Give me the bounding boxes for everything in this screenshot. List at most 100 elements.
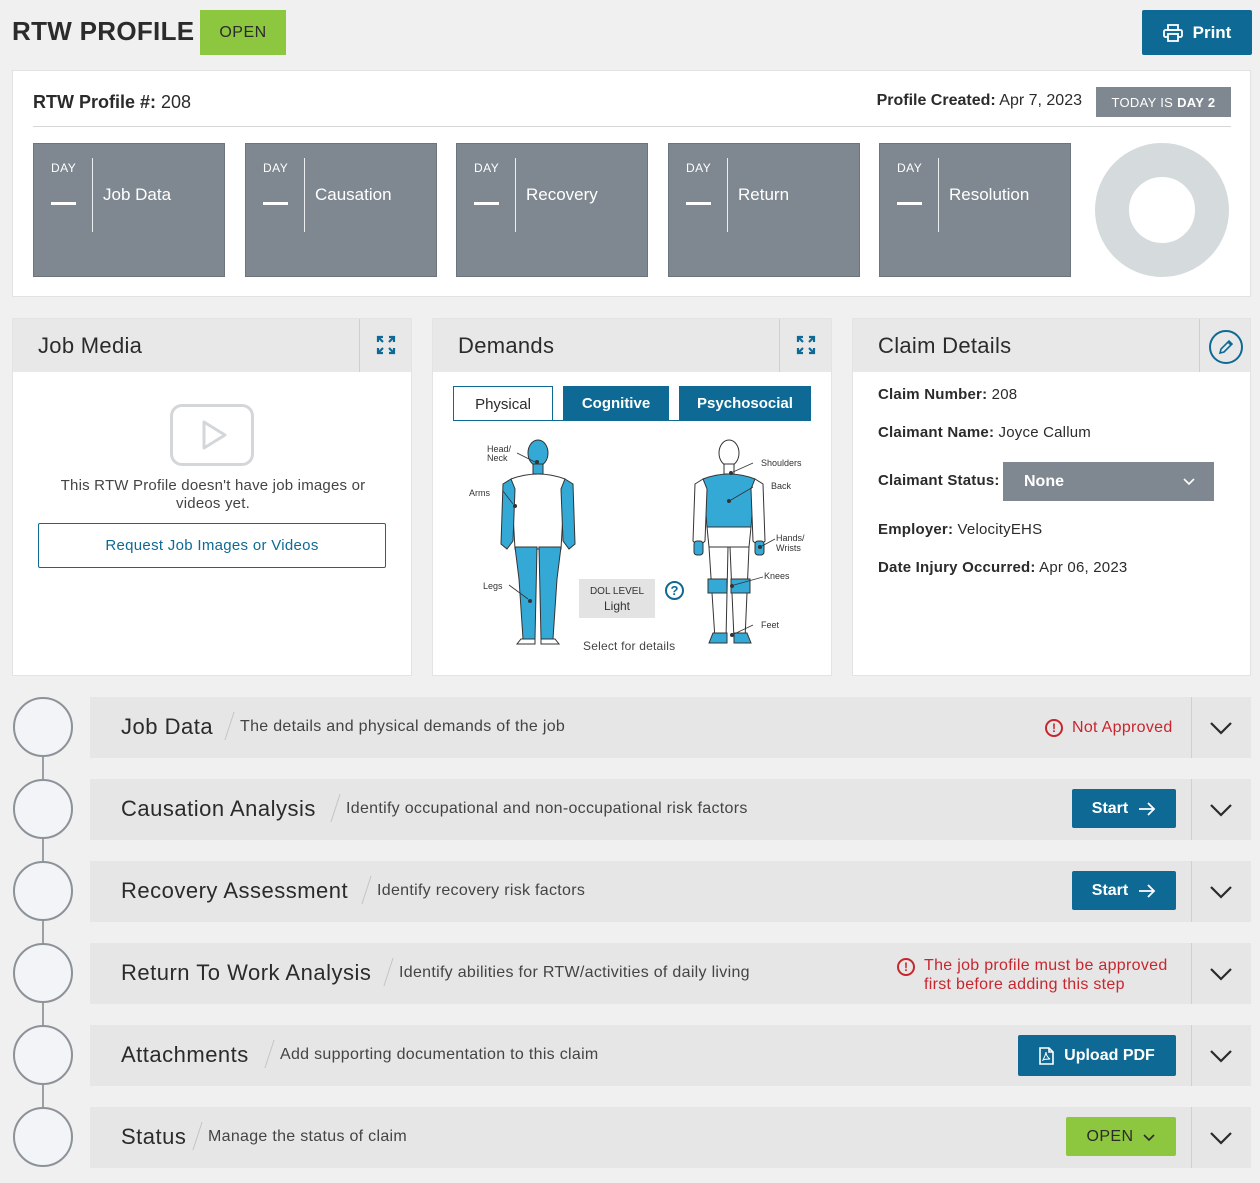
- expand-icon[interactable]: [376, 335, 396, 355]
- profile-summary-card: RTW Profile #: 208 Profile Created: Apr …: [12, 70, 1251, 297]
- print-button[interactable]: Print: [1142, 10, 1252, 55]
- step-attachments[interactable]: Attachments Add supporting documentation…: [90, 1025, 1251, 1086]
- day-tile-return[interactable]: DAY Return: [668, 143, 860, 277]
- step-title: Causation Analysis: [121, 796, 316, 821]
- profile-number-value: 208: [161, 92, 192, 112]
- chevron-down-icon: [1143, 1133, 1156, 1141]
- step-status-not-approved: Not Approved: [1072, 719, 1173, 736]
- label-head-neck: Neck: [487, 453, 508, 463]
- step-recovery-assessment[interactable]: Recovery Assessment Identify recovery ri…: [90, 861, 1251, 922]
- front-body-figure: [500, 439, 576, 645]
- day-tile-name: Return: [738, 185, 790, 204]
- step-description: Identify recovery risk factors: [377, 882, 586, 899]
- empty-media-message: This RTW Profile doesn't have job images…: [60, 477, 366, 512]
- warning-line: The job profile must be approved: [924, 957, 1168, 974]
- chevron-down-icon[interactable]: [1209, 1128, 1233, 1146]
- claim-details-panel: Claim Details Claim Number: 208 Claimant…: [852, 318, 1251, 676]
- chevron-down-icon[interactable]: [1209, 718, 1233, 736]
- profile-number: RTW Profile #: 208: [33, 92, 191, 113]
- claimant-status-value: None: [1024, 472, 1064, 490]
- claimant-status-select[interactable]: None: [1003, 462, 1214, 501]
- day-label: DAY: [686, 161, 712, 175]
- day-tile-recovery[interactable]: DAY Recovery: [456, 143, 648, 277]
- arrow-right-icon: [1139, 883, 1156, 898]
- label-shoulders: Shoulders: [761, 458, 802, 468]
- day-tile-name: Recovery: [526, 185, 598, 204]
- panel-header: Demands: [433, 319, 831, 372]
- day-label: DAY: [474, 161, 500, 175]
- claimant-status-label: Claimant Status:: [878, 472, 1000, 489]
- expand-icon[interactable]: [796, 335, 816, 355]
- tab-cognitive[interactable]: Cognitive: [563, 386, 669, 421]
- divider: [938, 158, 939, 232]
- day-tile-name: Job Data: [103, 185, 172, 204]
- today-prefix: TODAY IS: [1111, 94, 1174, 110]
- step-title: Recovery Assessment: [121, 878, 349, 903]
- step-indicator: [13, 861, 73, 921]
- day-tile-resolution[interactable]: DAY Resolution: [879, 143, 1071, 277]
- divider: [1191, 1107, 1192, 1168]
- claimant-name-label: Claimant Name:: [878, 424, 995, 441]
- today-day: DAY 2: [1177, 94, 1216, 110]
- job-media-panel: Job Media This RTW Profile doesn't have …: [12, 318, 412, 676]
- step-description: Manage the status of claim: [208, 1128, 408, 1145]
- step-description: Identify occupational and non-occupation…: [346, 800, 748, 817]
- start-button[interactable]: Start: [1072, 789, 1176, 828]
- divider: [304, 158, 305, 232]
- status-badge: OPEN: [200, 10, 286, 55]
- chevron-down-icon[interactable]: [1209, 1046, 1233, 1064]
- label-feet: Feet: [761, 620, 780, 630]
- step-description: Add supporting documentation to this cla…: [280, 1046, 599, 1063]
- help-icon[interactable]: ?: [665, 581, 684, 600]
- tab-physical[interactable]: Physical: [453, 386, 553, 421]
- day-value-empty: [263, 202, 288, 205]
- chevron-down-icon[interactable]: [1209, 882, 1233, 900]
- day-tile-causation[interactable]: DAY Causation: [245, 143, 437, 277]
- day-tile-name: Causation: [315, 185, 392, 204]
- divider: [192, 1122, 203, 1150]
- today-badge: TODAY IS DAY 2: [1096, 87, 1231, 117]
- day-value-empty: [51, 202, 76, 205]
- date-injury-value: Apr 06, 2023: [1039, 559, 1128, 576]
- step-return-to-work-analysis[interactable]: Return To Work Analysis Identify abiliti…: [90, 943, 1251, 1004]
- step-indicator: [13, 779, 73, 839]
- start-button[interactable]: Start: [1072, 871, 1176, 910]
- label-legs: Legs: [483, 581, 503, 591]
- day-tile-name: Resolution: [949, 185, 1030, 204]
- status-dropdown-value: OPEN: [1086, 1127, 1134, 1145]
- step-title: Job Data: [121, 714, 214, 739]
- label-hands-wrists: Hands/: [776, 533, 805, 543]
- claimant-name-value: Joyce Callum: [998, 424, 1091, 441]
- step-causation-analysis[interactable]: Causation Analysis Identify occupational…: [90, 779, 1251, 840]
- divider: [727, 158, 728, 232]
- divider: [1191, 697, 1192, 758]
- status-dropdown[interactable]: OPEN: [1066, 1117, 1176, 1156]
- panel-header: Claim Details: [853, 319, 1250, 372]
- claimant-status-text: Claimant Status:: [878, 472, 1000, 489]
- tab-psychosocial[interactable]: Psychosocial: [679, 386, 811, 421]
- step-indicator: [13, 1107, 73, 1167]
- employer-label: Employer:: [878, 521, 954, 538]
- day-tile-job-data[interactable]: DAY Job Data: [33, 143, 225, 277]
- dol-level-box[interactable]: DOL LEVEL Light: [579, 579, 655, 618]
- date-injury-label: Date Injury Occurred:: [878, 559, 1036, 576]
- profile-created-date: Apr 7, 2023: [999, 92, 1082, 109]
- chevron-down-icon[interactable]: [1209, 964, 1233, 982]
- day-label: DAY: [263, 161, 289, 175]
- edit-icon[interactable]: [1209, 330, 1243, 364]
- request-media-button[interactable]: Request Job Images or Videos: [38, 523, 386, 568]
- panel-title: Demands: [458, 333, 555, 358]
- divider: [361, 876, 372, 904]
- page-title: RTW PROFILE: [12, 16, 195, 46]
- step-job-data[interactable]: Job Data The details and physical demand…: [90, 697, 1251, 758]
- upload-pdf-button[interactable]: Upload PDF: [1018, 1035, 1176, 1076]
- claim-number-label: Claim Number:: [878, 386, 988, 403]
- step-description: Identify abilities for RTW/activities of…: [399, 964, 750, 981]
- claim-number: Claim Number: 208: [878, 386, 1017, 403]
- pdf-file-icon: [1039, 1046, 1054, 1065]
- chevron-down-icon[interactable]: [1209, 800, 1233, 818]
- label-back: Back: [771, 481, 792, 491]
- day-value-empty: [897, 202, 922, 205]
- step-status[interactable]: Status Manage the status of claim OPEN: [90, 1107, 1251, 1168]
- divider: [33, 126, 1231, 127]
